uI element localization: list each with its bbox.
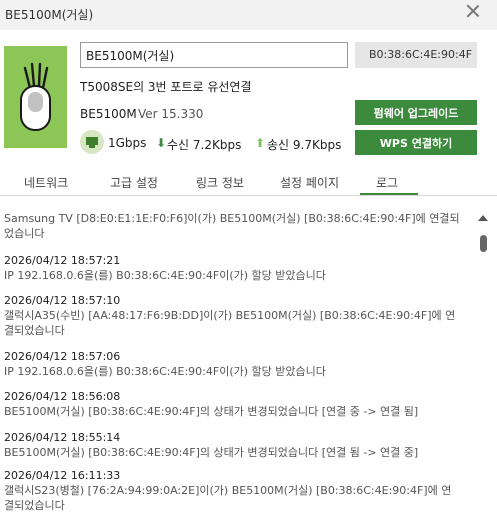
router-illustration	[20, 62, 51, 131]
log-entry: Samsung TV [D8:E0:E1:1E:F0:F6]이(가) BE510…	[4, 212, 460, 240]
log-entry: 2026/04/12 18:56:08 BE5100M(거실) [B0:38:6…	[4, 389, 474, 419]
tab-bar: 네트워크 고급 설정 링크 정보 설정 페이지 로그	[0, 166, 497, 196]
device-name-input[interactable]	[80, 42, 348, 68]
router-device-icon	[4, 46, 67, 148]
wps-connect-button[interactable]: WPS 연결하기	[355, 130, 477, 155]
ethernet-icon	[80, 130, 104, 154]
log-timestamp: 2026/04/12 16:11:33	[4, 469, 121, 482]
tab-network[interactable]: 네트워크	[24, 174, 68, 191]
connection-info: T5008SE의 3번 포트로 유선연결	[80, 80, 252, 94]
close-icon[interactable]	[465, 3, 481, 19]
firmware-upgrade-button[interactable]: 펌웨어 업그레이드	[355, 100, 477, 125]
tab-link-info[interactable]: 링크 정보	[196, 174, 244, 191]
log-entry: 2026/04/12 18:55:14 BE5100M(거실) [B0:38:6…	[4, 430, 474, 460]
device-model: BE5100M	[80, 107, 137, 121]
link-speed: 1Gbps	[108, 136, 147, 150]
log-list: Samsung TV [D8:E0:E1:1E:F0:F6]이(가) BE510…	[0, 204, 476, 518]
rx-rate: 수신 7.2Kbps	[167, 138, 242, 152]
log-timestamp: 2026/04/12 18:56:08	[4, 390, 121, 403]
log-entry: 2026/04/12 18:57:06 IP 192.168.0.6을(를) B…	[4, 349, 474, 379]
window-title: BE5100M(거실)	[5, 8, 94, 22]
tx-rate: 송신 9.7Kbps	[267, 138, 342, 152]
log-timestamp: 2026/04/12 18:57:06	[4, 350, 121, 363]
upload-arrow-icon: ⬆	[255, 136, 266, 150]
log-entry: 2026/04/12 18:57:21 IP 192.168.0.6을(를) B…	[4, 253, 474, 283]
mac-address: B0:38:6C:4E:90:4F	[355, 42, 477, 68]
title-bar: BE5100M(거실)	[0, 0, 497, 30]
scrollbar-thumb[interactable]	[480, 235, 487, 252]
log-entry: 2026/04/12 18:57:10 갤럭시A35(수빈) [AA:48:17…	[4, 293, 474, 338]
download-arrow-icon: ⬇	[156, 136, 167, 150]
firmware-version: Ver 15.330	[138, 107, 204, 121]
log-entry: 2026/04/12 16:11:33 갤럭시S23(병철) [76:2A:94…	[4, 468, 474, 513]
active-tab-indicator	[360, 193, 418, 195]
log-timestamp: 2026/04/12 18:57:10	[4, 294, 121, 307]
log-timestamp: 2026/04/12 18:57:21	[4, 254, 121, 267]
scroll-up-arrow-icon[interactable]	[478, 215, 488, 221]
tab-log[interactable]: 로그	[376, 174, 398, 191]
log-timestamp: 2026/04/12 18:55:14	[4, 431, 121, 444]
tab-settings-page[interactable]: 설정 페이지	[280, 174, 339, 191]
tab-advanced[interactable]: 고급 설정	[110, 174, 158, 191]
